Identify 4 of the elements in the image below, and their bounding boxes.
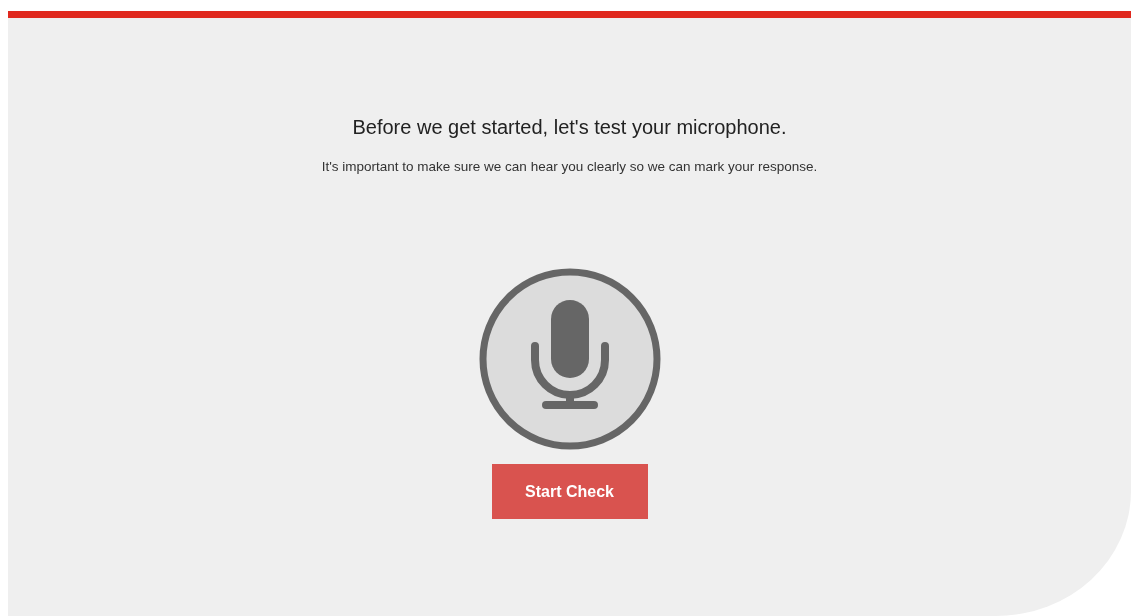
microphone-icon xyxy=(478,268,661,450)
subtitle: It's important to make sure we can hear you clearly so we can mark your response. xyxy=(321,158,818,176)
heading: Before we get started, let's test your microphone. xyxy=(352,115,787,139)
start-check-button[interactable]: Start Check xyxy=(491,464,648,519)
